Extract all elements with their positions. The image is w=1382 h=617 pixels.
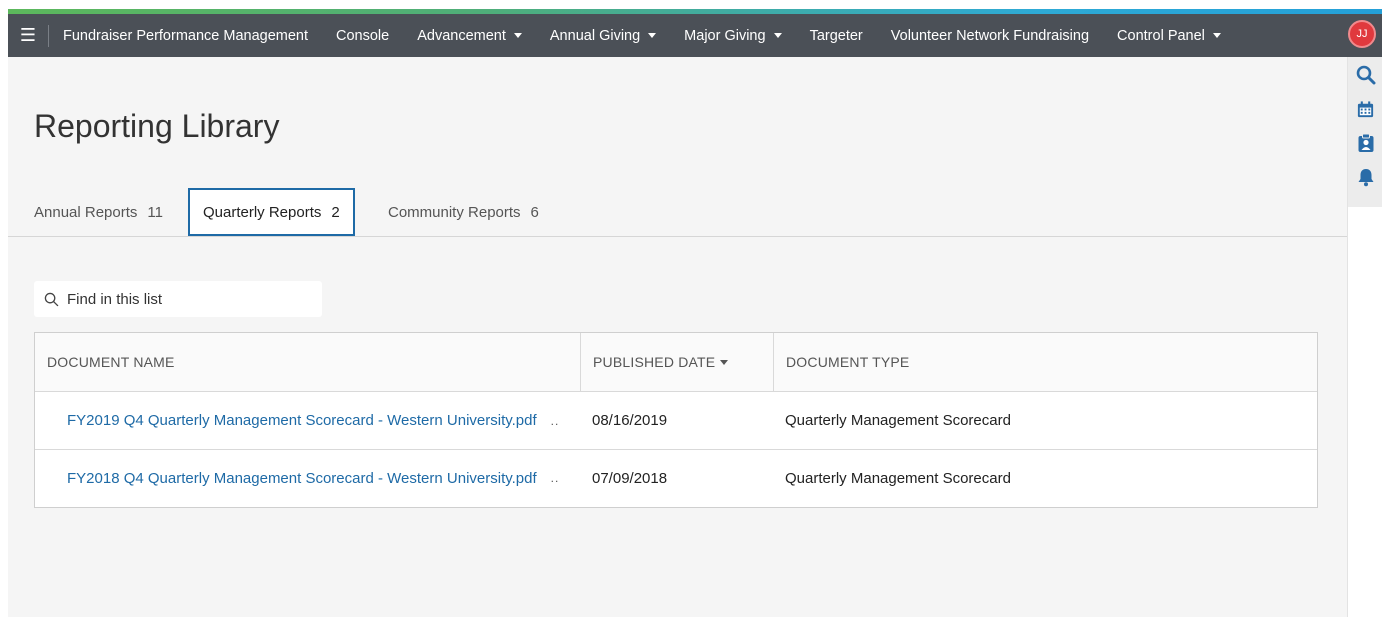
nav-item-label: Targeter <box>809 27 863 44</box>
nav-item-label: Advancement <box>417 27 506 44</box>
published-date-cell: 07/09/2018 <box>592 469 668 487</box>
published-date-cell: 08/16/2019 <box>592 412 668 429</box>
nav-item-label: Volunteer Network Fundraising <box>890 27 1090 44</box>
tab-count: 11 <box>147 203 163 221</box>
page-title: Reporting Library <box>34 108 280 144</box>
bell-icon[interactable] <box>1354 165 1378 189</box>
search-icon <box>44 292 59 306</box>
caret-down-icon <box>773 33 782 38</box>
tab-count: 2 <box>331 203 340 221</box>
column-header-published-date[interactable]: PUBLISHED DATE <box>580 333 773 391</box>
tab-community-reports[interactable]: Community Reports 6 <box>388 188 539 236</box>
nav-item-fundraiser-performance[interactable]: Fundraiser Performance Management <box>63 28 308 44</box>
column-header-label: DOCUMENT TYPE <box>786 354 910 370</box>
column-header-document-type[interactable]: DOCUMENT TYPE <box>773 333 1317 391</box>
nav-item-label: Fundraiser Performance Management <box>63 27 309 44</box>
tab-label: Quarterly Reports <box>203 203 322 221</box>
column-header-label: PUBLISHED DATE <box>593 354 716 370</box>
tab-quarterly-reports[interactable]: Quarterly Reports 2 <box>188 188 355 236</box>
nav-item-targeter[interactable]: Targeter <box>810 28 863 44</box>
hamburger-menu-icon[interactable]: ☰ <box>8 14 48 57</box>
clipboard-user-icon[interactable] <box>1354 131 1378 155</box>
calendar-icon[interactable] <box>1354 97 1378 121</box>
nav-item-console[interactable]: Console <box>336 28 389 44</box>
document-link[interactable]: FY2019 Q4 Quarterly Management Scorecard… <box>67 412 537 429</box>
nav-item-control-panel[interactable]: Control Panel <box>1117 28 1221 44</box>
column-header-label: DOCUMENT NAME <box>47 354 175 370</box>
caret-down-icon <box>1212 33 1221 38</box>
tab-label: Annual Reports <box>34 203 138 221</box>
sort-descending-icon <box>720 359 729 365</box>
nav-item-label: Control Panel <box>1117 27 1205 44</box>
nav-item-major-giving[interactable]: Major Giving <box>684 27 782 44</box>
right-toolbar-tools <box>1348 57 1382 207</box>
nav-item-volunteer-network[interactable]: Volunteer Network Fundraising <box>891 28 1089 44</box>
caret-down-icon <box>648 33 657 38</box>
nav-item-annual-giving[interactable]: Annual Giving <box>549 27 657 44</box>
nav-item-advancement[interactable]: Advancement <box>417 28 522 44</box>
document-name-cell: FY2018 Q4 Quarterly Management Scorecard… <box>35 470 580 487</box>
tab-count: 6 <box>530 203 539 221</box>
document-name-cell: FY2019 Q4 Quarterly Management Scorecard… <box>35 412 580 429</box>
document-type-cell: Quarterly Management Scorecard <box>785 469 1011 487</box>
user-avatar[interactable]: JJ <box>1348 20 1376 48</box>
documents-table: DOCUMENT NAME PUBLISHED DATE DOCUMENT TY… <box>34 332 1318 508</box>
nav-item-label: Major Giving <box>684 27 766 44</box>
search-box <box>34 281 322 317</box>
table-row: FY2018 Q4 Quarterly Management Scorecard… <box>35 449 1317 506</box>
column-header-document-name[interactable]: DOCUMENT NAME <box>35 333 580 391</box>
report-tabs: Annual Reports 11 Quarterly Reports 2 Co… <box>8 188 1347 237</box>
nav-item-label: Annual Giving <box>549 27 641 44</box>
nav-divider <box>48 24 49 47</box>
top-navbar: ☰ Fundraiser Performance Management Cons… <box>8 14 1382 57</box>
search-icon[interactable] <box>1354 63 1378 87</box>
document-link[interactable]: FY2018 Q4 Quarterly Management Scorecard… <box>67 470 537 487</box>
tab-annual-reports[interactable]: Annual Reports 11 <box>34 188 163 236</box>
document-type-cell: Quarterly Management Scorecard <box>785 412 1011 429</box>
search-input[interactable] <box>67 290 307 308</box>
caret-down-icon <box>513 33 522 38</box>
main-content: Reporting Library Annual Reports 11 Quar… <box>8 57 1347 617</box>
nav-item-label: Console <box>336 27 390 44</box>
tab-label: Community Reports <box>388 203 521 221</box>
truncation-ellipsis: .. <box>550 471 560 485</box>
truncation-ellipsis: .. <box>550 413 560 428</box>
right-toolbar <box>1347 57 1382 617</box>
table-row: FY2019 Q4 Quarterly Management Scorecard… <box>35 392 1317 449</box>
table-header: DOCUMENT NAME PUBLISHED DATE DOCUMENT TY… <box>35 333 1317 392</box>
